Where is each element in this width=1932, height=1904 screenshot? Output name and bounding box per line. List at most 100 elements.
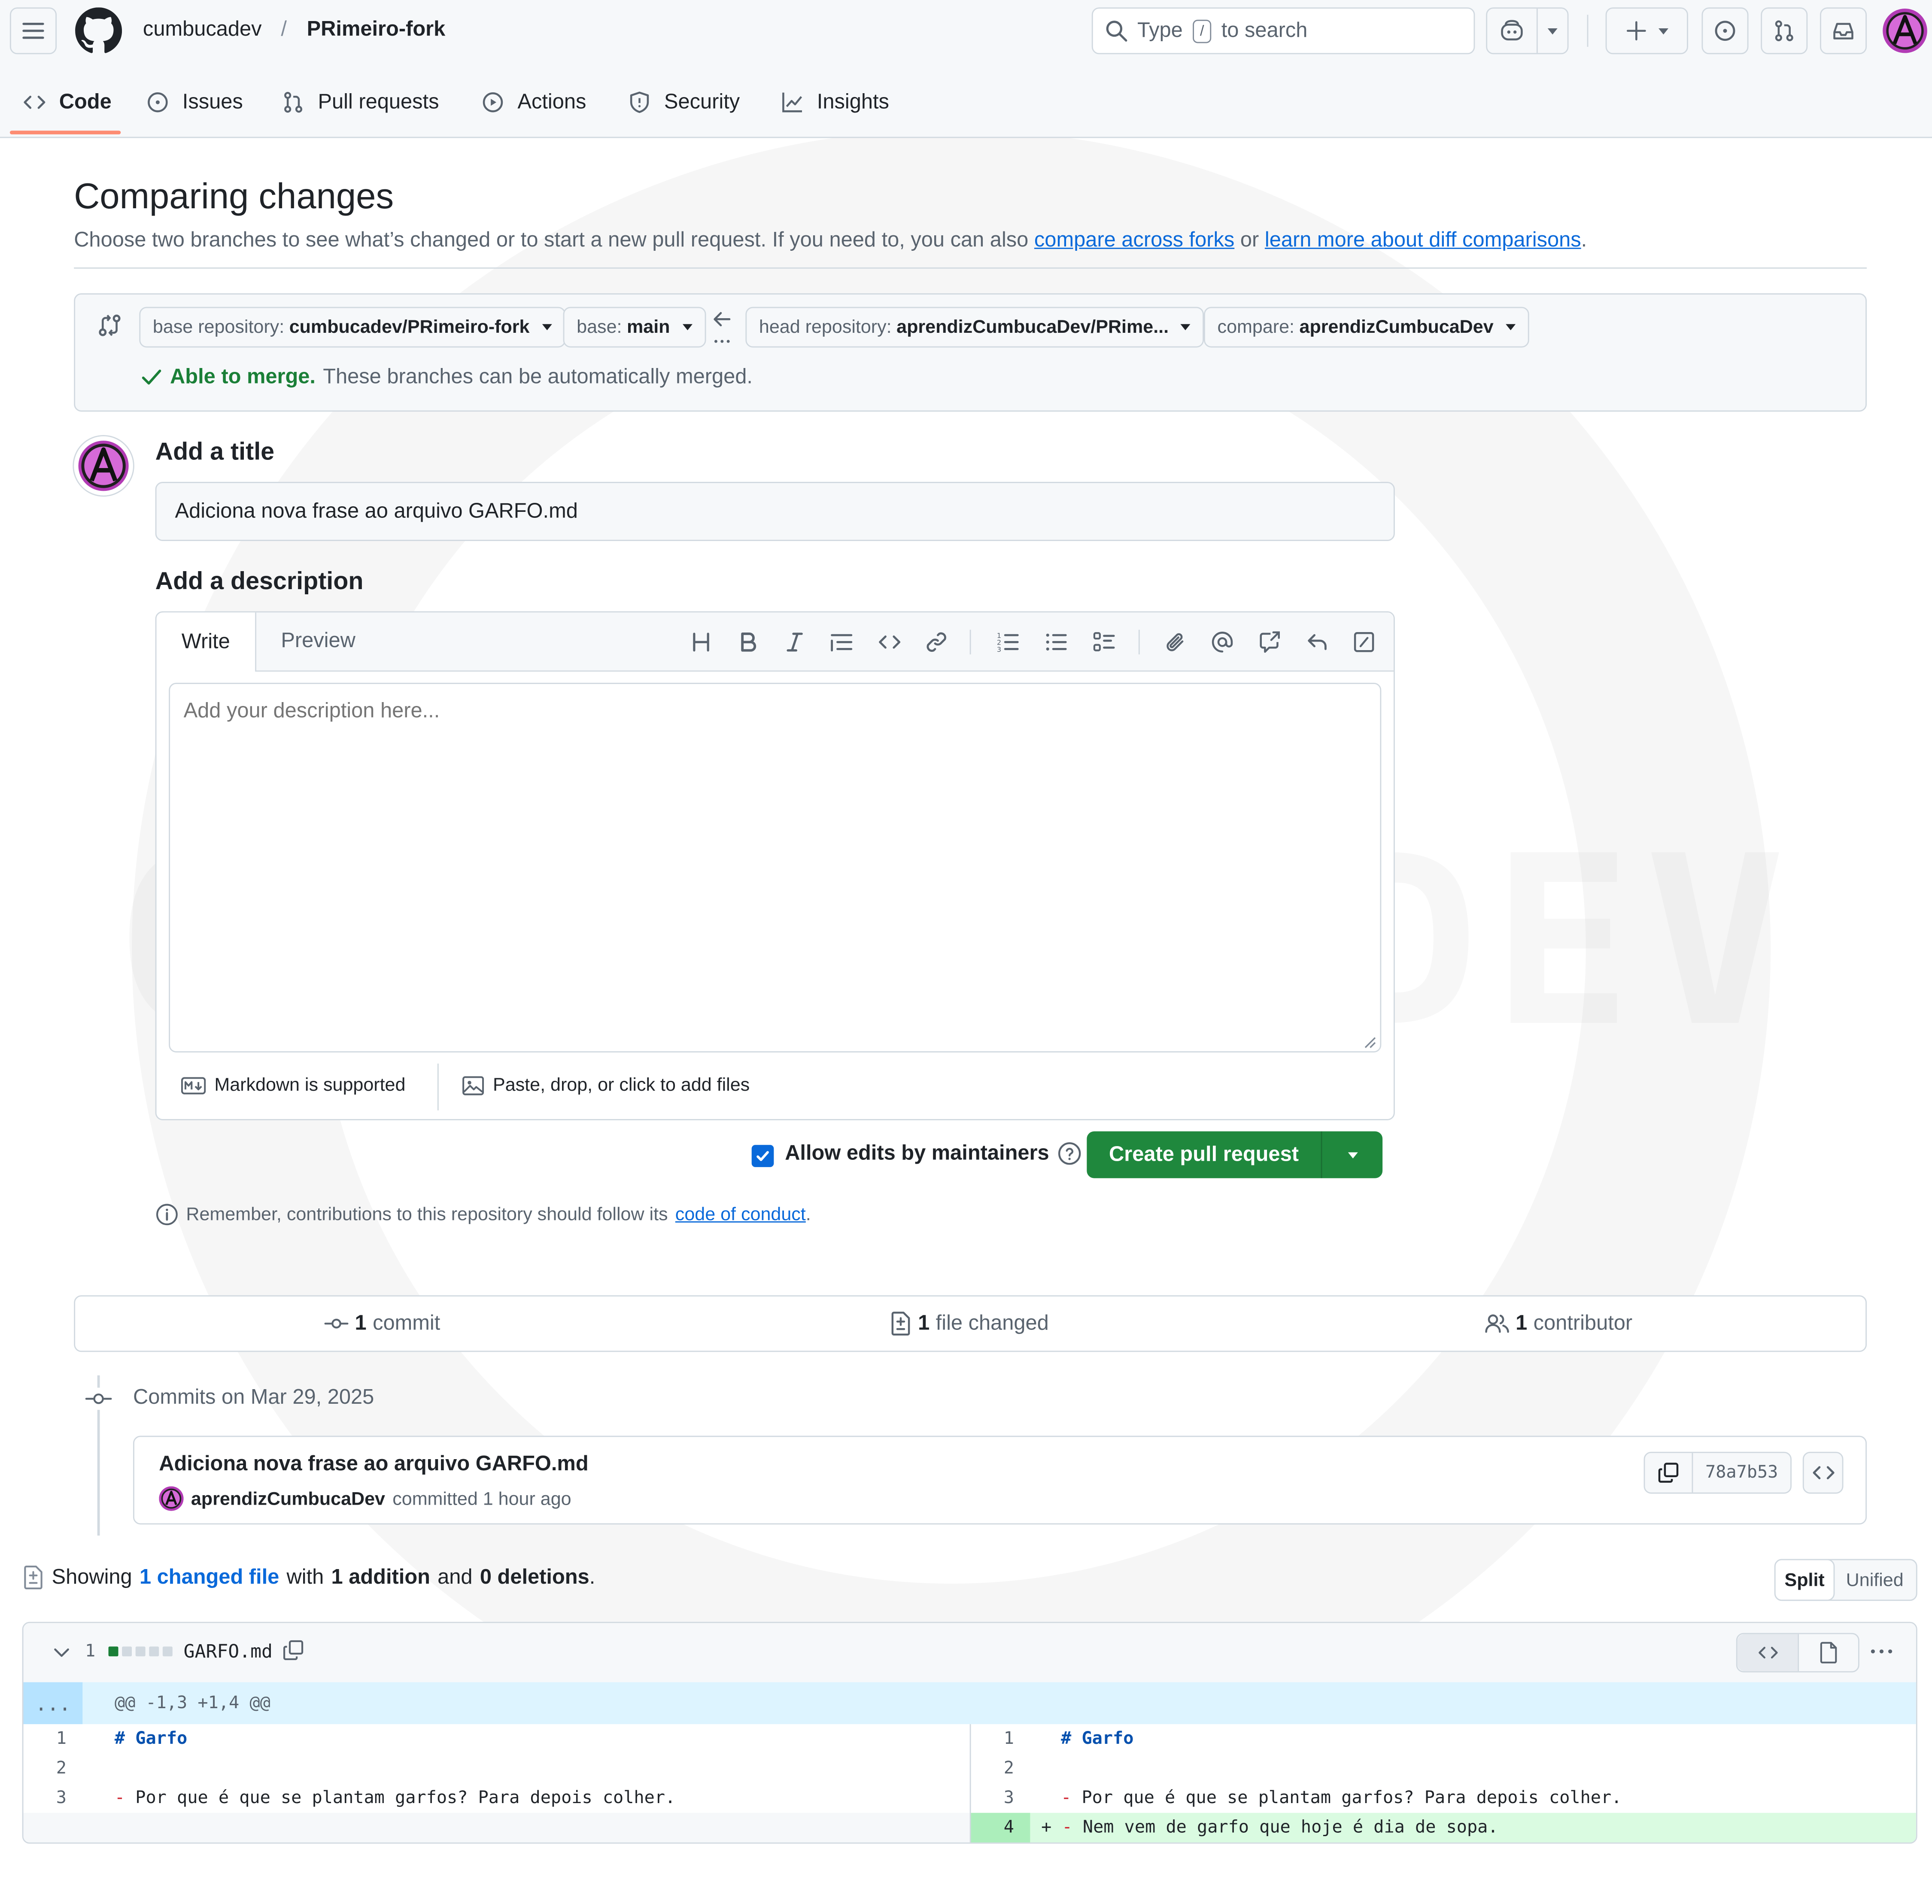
bold-button[interactable]: [733, 627, 763, 657]
diffstat-added-block: [108, 1646, 118, 1657]
attach-button[interactable]: [1161, 627, 1191, 657]
changed-files-link[interactable]: 1 changed file: [140, 1565, 279, 1590]
base-branch-select[interactable]: base: main: [563, 307, 706, 348]
tab-security[interactable]: Security: [627, 86, 740, 119]
commit-author-avatar[interactable]: [159, 1486, 184, 1511]
create-new-button[interactable]: [1605, 7, 1688, 55]
active-tab-indicator: [9, 131, 121, 134]
chevron-down-icon: [682, 324, 693, 331]
browse-repository-button[interactable]: [1802, 1451, 1844, 1494]
commits-count[interactable]: 1 commit: [324, 1311, 440, 1336]
page-subtitle: Choose two branches to see what’s change…: [74, 228, 1587, 252]
file-name[interactable]: GARFO.md: [184, 1640, 273, 1663]
search-icon: [1106, 21, 1127, 42]
commit-title[interactable]: Adiciona nova frase ao arquivo GARFO.md: [159, 1452, 588, 1476]
split-view-button[interactable]: Split: [1774, 1559, 1835, 1601]
base-repository-select[interactable]: base repository: cumbucadev/PRimeiro-for…: [139, 307, 565, 348]
files-changed-count[interactable]: 1 file changed: [890, 1311, 1049, 1336]
kebab-horizontal-icon[interactable]: [1869, 1642, 1894, 1661]
head-repository-select[interactable]: head repository: aprendizCumbucaDev/PRim…: [745, 307, 1205, 348]
create-options-dropdown[interactable]: [1322, 1152, 1383, 1158]
graph-icon: [782, 92, 802, 113]
inbox-button[interactable]: [1820, 7, 1867, 55]
unified-view-button[interactable]: Unified: [1834, 1560, 1916, 1600]
global-header: cumbucadev / PRimeiro-fork Type / to sea…: [0, 0, 1932, 138]
menu-button[interactable]: [9, 7, 57, 55]
tab-actions[interactable]: Actions: [480, 86, 586, 119]
footer-divider: [437, 1063, 439, 1110]
ordered-list-button[interactable]: 123: [993, 627, 1023, 657]
chevron-down-icon[interactable]: [53, 1644, 70, 1661]
learn-diff-link[interactable]: learn more about diff comparisons: [1265, 228, 1581, 252]
tab-insights[interactable]: Insights: [780, 86, 889, 119]
pull-requests-button[interactable]: [1761, 7, 1808, 55]
create-pull-request-label: Create pull request: [1109, 1142, 1299, 1166]
line-number[interactable]: 4: [990, 1818, 1014, 1837]
italic-button[interactable]: [780, 627, 810, 657]
tab-write[interactable]: Write: [156, 612, 256, 672]
description-textarea[interactable]: [169, 682, 1382, 1052]
head-repository-value: aprendizCumbucaDev/PRime...: [896, 316, 1169, 338]
expand-hunk-button[interactable]: ...: [23, 1682, 83, 1725]
line-number[interactable]: 3: [42, 1788, 67, 1808]
github-logo-icon[interactable]: [75, 7, 122, 54]
code-button[interactable]: [875, 627, 905, 657]
compare-branch-select[interactable]: compare: aprendizCumbucaDev: [1203, 307, 1529, 348]
tab-issues[interactable]: Issues: [146, 86, 243, 119]
tab-pull-requests[interactable]: Pull requests: [281, 86, 439, 119]
slash-commands-button[interactable]: [1349, 627, 1379, 657]
tab-actions-label: Actions: [517, 90, 586, 114]
issues-button[interactable]: [1701, 7, 1749, 55]
tab-code-label: Code: [59, 90, 112, 114]
link-button[interactable]: [922, 627, 951, 657]
user-avatar[interactable]: [1881, 7, 1928, 54]
tab-preview[interactable]: Preview: [281, 629, 355, 653]
title-input[interactable]: [155, 482, 1395, 541]
chevron-down-icon: [1506, 324, 1516, 331]
breadcrumb-repo[interactable]: PRimeiro-fork: [307, 17, 446, 42]
create-pull-request-button[interactable]: Create pull request: [1087, 1131, 1383, 1178]
hunk-header: [23, 1682, 1916, 1725]
allow-edits-checkbox[interactable]: [751, 1145, 774, 1167]
commit-author[interactable]: aprendizCumbucaDev: [191, 1488, 385, 1509]
copy-icon[interactable]: [282, 1639, 304, 1661]
code-line: - Por que é que se plantam garfos? Para …: [1061, 1788, 1622, 1808]
copy-icon: [1658, 1463, 1679, 1483]
code-of-conduct-link[interactable]: code of conduct: [675, 1204, 806, 1225]
line-number[interactable]: 3: [990, 1788, 1014, 1808]
cross-reference-button[interactable]: [1255, 627, 1284, 657]
copilot-button[interactable]: [1486, 7, 1569, 55]
quote-button[interactable]: [827, 627, 857, 657]
unordered-list-button[interactable]: [1041, 627, 1071, 657]
resize-handle-icon[interactable]: [1361, 1034, 1376, 1049]
tab-code[interactable]: Code: [22, 86, 112, 119]
line-number[interactable]: 1: [42, 1729, 67, 1749]
saved-reply-button[interactable]: [1303, 627, 1332, 657]
mention-button[interactable]: [1208, 627, 1237, 657]
source-view-button[interactable]: [1737, 1634, 1799, 1671]
line-number[interactable]: 1: [990, 1729, 1014, 1749]
line-number[interactable]: 2: [42, 1758, 67, 1778]
commit-sha[interactable]: 78a7b53: [1693, 1453, 1790, 1493]
task-list-button[interactable]: [1089, 627, 1119, 657]
compare-across-forks-link[interactable]: compare across forks: [1034, 228, 1234, 252]
contributors-count[interactable]: 1 contributor: [1485, 1311, 1632, 1336]
commits-number: 1: [355, 1311, 367, 1335]
question-icon[interactable]: [1058, 1141, 1082, 1166]
subtitle-text: Choose two branches to see what’s change…: [74, 228, 1029, 252]
copy-sha-button[interactable]: [1645, 1453, 1693, 1493]
line-number[interactable]: 2: [990, 1758, 1014, 1778]
add-files-area[interactable]: Paste, drop, or click to add files: [462, 1075, 750, 1095]
hunk-range: @@ -1,3 +1,4 @@: [114, 1693, 270, 1713]
git-pull-request-icon: [1775, 20, 1793, 41]
subtitle-or: or: [1240, 228, 1259, 252]
description-editor: Write Preview 123 Markdown is supported …: [155, 611, 1395, 1120]
search-input[interactable]: Type / to search: [1091, 7, 1475, 55]
diff-summary: Showing 1 changed file with 1 addition a…: [22, 1565, 595, 1590]
heading-button[interactable]: [687, 627, 716, 657]
breadcrumb-owner[interactable]: cumbucadev: [143, 17, 262, 42]
rich-view-button[interactable]: [1799, 1634, 1858, 1671]
markdown-supported[interactable]: Markdown is supported: [181, 1075, 406, 1095]
author-avatar: [73, 435, 134, 497]
code-of-conduct-note: Remember, contributions to this reposito…: [155, 1203, 811, 1226]
